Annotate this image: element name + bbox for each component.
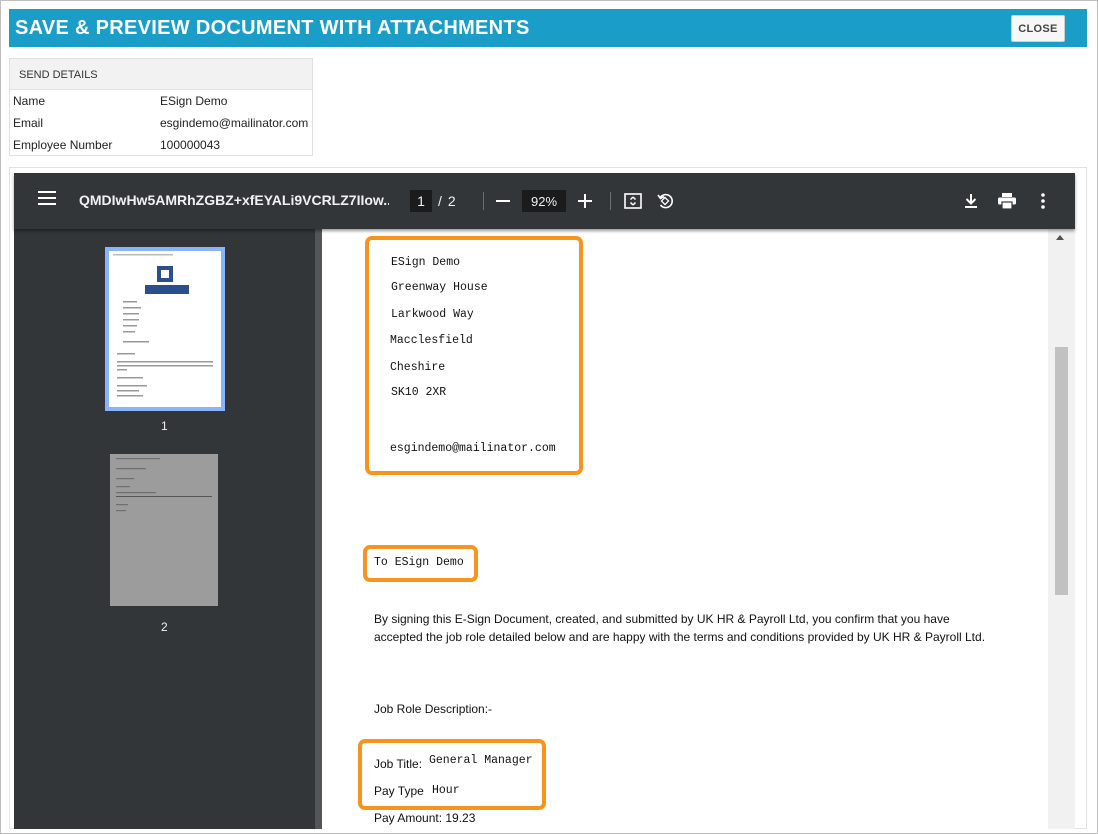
detail-label: Employee Number <box>13 138 113 152</box>
dialog-title: SAVE & PREVIEW DOCUMENT WITH ATTACHMENTS <box>15 17 530 39</box>
address-line: Greenway House <box>391 281 488 294</box>
zoom-out-button[interactable] <box>494 192 512 210</box>
detail-value: 100000043 <box>160 138 221 152</box>
scrollbar-thumb[interactable] <box>1055 347 1068 595</box>
fit-page-icon <box>624 193 642 209</box>
download-icon <box>965 194 977 208</box>
detail-label: Email <box>13 116 44 130</box>
send-details-header: SEND DETAILS <box>10 59 312 90</box>
document-view[interactable]: ESign Demo Greenway House Larkwood Way M… <box>315 229 1075 829</box>
thumbnail-sidebar: 1 2 <box>14 229 315 829</box>
job-role-heading: Job Role Description:- <box>374 702 493 716</box>
close-button[interactable]: CLOSE <box>1011 15 1065 42</box>
detail-row-email: Email esgindemo@mailinator.com <box>10 112 312 134</box>
minus-icon <box>496 200 510 202</box>
detail-row-employee-number: Employee Number 100000043 <box>10 134 312 156</box>
fit-page-button[interactable] <box>622 190 644 212</box>
toolbar-divider <box>483 192 484 210</box>
thumbnail-page-2[interactable] <box>110 454 218 606</box>
document-page: ESign Demo Greenway House Larkwood Way M… <box>322 229 1048 829</box>
detail-value: esgindemo@mailinator.com <box>160 116 309 130</box>
to-line: To ESign Demo <box>374 556 464 569</box>
title-bar: SAVE & PREVIEW DOCUMENT WITH ATTACHMENTS… <box>9 9 1087 47</box>
detail-label: Name <box>13 94 46 108</box>
total-pages: 2 <box>447 193 456 209</box>
job-title-value: General Manager <box>429 754 533 767</box>
zoom-in-button[interactable] <box>576 192 594 210</box>
print-button[interactable] <box>996 190 1018 212</box>
more-vert-icon <box>1041 193 1045 209</box>
zoom-level[interactable]: 92% <box>522 190 566 212</box>
address-line: Macclesfield <box>390 334 473 347</box>
address-line: Cheshire <box>390 361 446 374</box>
thumbnail-page-1[interactable] <box>105 247 225 411</box>
document-scrollbar[interactable] <box>1048 229 1075 829</box>
thumbnail-label-2: 2 <box>161 620 168 634</box>
pdf-viewer: QMDIwHw5AMRhZGBZ+xfEYALi9VCRLZ7IIow... 1… <box>9 167 1087 829</box>
dialog-window: SAVE & PREVIEW DOCUMENT WITH ATTACHMENTS… <box>0 0 1098 834</box>
highlight-job-box <box>358 739 546 810</box>
menu-icon[interactable] <box>38 191 56 205</box>
page-separator: / <box>438 193 442 209</box>
address-line: ESign Demo <box>391 256 461 269</box>
highlight-address-box <box>365 236 583 475</box>
pay-type-label: Pay Type <box>374 784 424 798</box>
file-name: QMDIwHw5AMRhZGBZ+xfEYALi9VCRLZ7IIow... <box>79 192 389 208</box>
send-details-panel: SEND DETAILS Name ESign Demo Email esgin… <box>9 58 313 156</box>
more-options-button[interactable] <box>1032 190 1054 212</box>
detail-row-name: Name ESign Demo <box>10 90 312 112</box>
detail-value: ESign Demo <box>160 94 228 108</box>
rotate-button[interactable] <box>654 190 676 212</box>
toolbar-divider <box>610 192 611 210</box>
pay-amount: Pay Amount: 19.23 <box>374 811 476 825</box>
print-icon <box>998 193 1016 209</box>
current-page-input[interactable]: 1 <box>410 190 432 212</box>
pdf-toolbar: QMDIwHw5AMRhZGBZ+xfEYALi9VCRLZ7IIow... 1… <box>14 173 1075 229</box>
address-line: SK10 2XR <box>391 386 447 399</box>
consent-paragraph: By signing this E-Sign Document, created… <box>374 612 986 644</box>
job-title-label: Job Title: <box>374 757 423 771</box>
address-email: esgindemo@mailinator.com <box>390 442 556 455</box>
plus-icon <box>578 194 592 208</box>
page-thumbnail-preview <box>113 254 213 397</box>
thumbnail-label-1: 1 <box>161 419 168 433</box>
rotate-icon <box>657 193 673 209</box>
page-thumbnail-preview <box>116 458 212 512</box>
page-selector: 1 / 2 <box>410 190 456 212</box>
scroll-up-arrow[interactable] <box>1056 235 1064 240</box>
download-button[interactable] <box>960 190 982 212</box>
pay-type-value: Hour <box>432 784 460 797</box>
address-line: Larkwood Way <box>391 308 474 321</box>
